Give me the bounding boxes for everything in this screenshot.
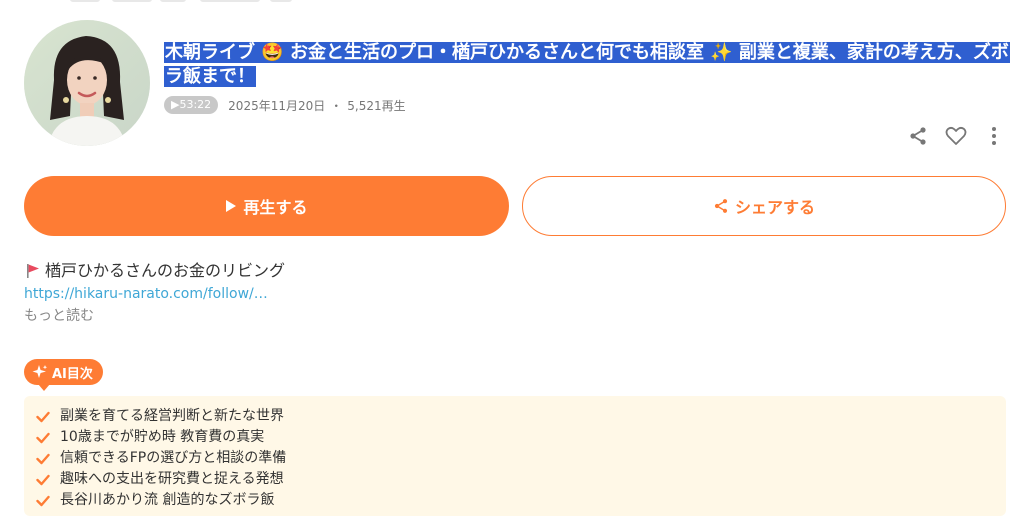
episode-title-block: 木朝ライブ 🤩 お金と生活のプロ・楢戸ひかるさんと何でも相談室 ✨ 副業と複業、… [164,41,1014,89]
ai-toc-label: AI目次 [52,366,93,382]
episode-meta: ▶53:22 2025年11月20日 ・ 5,521再生 [164,96,406,114]
toc-item-label: 信頼できるFPの選び方と相談の準備 [60,450,287,466]
toc-item[interactable]: 10歳までが貯め時 教育費の真実 [36,427,1006,448]
play-icon [226,200,237,212]
ai-toc-badge: AI目次 [24,359,103,391]
toc-item-label: 趣味への支出を研究費と捉える発想 [60,471,284,487]
flag-icon [27,264,39,278]
read-more-link[interactable]: もっと読む [24,305,285,327]
publish-date: 2025年11月20日 [228,98,326,113]
check-icon [36,453,50,464]
share-button-label: シェアする [734,198,815,217]
duration-badge: ▶53:22 [164,96,219,114]
channel-line: 楢戸ひかるさんのお金のリビング [24,260,285,282]
check-icon [36,474,50,485]
toc-item-label: 長谷川あかり流 創造的なズボラ飯 [60,492,275,508]
episode-description: 楢戸ひかるさんのお金のリビング https://hikaru-narato.co… [24,260,285,327]
description-link[interactable]: https://hikaru-narato.com/follow/… [24,283,285,305]
previous-content-edge [0,0,1024,6]
meta-separator: ・ [330,98,343,113]
check-icon [36,432,50,443]
toc-item[interactable]: 副業を育てる経営判断と新たな世界 [36,406,1006,427]
check-icon [36,411,50,422]
host-avatar[interactable] [24,20,150,146]
play-button[interactable]: 再生する [24,176,509,236]
sparkle-icon [32,365,48,378]
toc-item[interactable]: 趣味への支出を研究費と捉える発想 [36,469,1006,490]
toc-item-label: 副業を育てる経営判断と新たな世界 [60,408,284,424]
episode-title: 木朝ライブ 🤩 お金と生活のプロ・楢戸ひかるさんと何でも相談室 ✨ 副業と複業、… [164,42,1010,87]
heart-icon[interactable] [944,124,968,148]
toc-item[interactable]: 信頼できるFPの選び方と相談の準備 [36,448,1006,469]
episode-actions [906,124,1006,148]
toc-item-label: 10歳までが貯め時 教育費の真実 [60,429,265,445]
channel-name: 楢戸ひかるさんのお金のリビング [45,261,286,280]
ai-toc-panel: 副業を育てる経営判断と新たな世界 10歳までが貯め時 教育費の真実 信頼できるF… [24,396,1006,516]
ai-toc-list: 副業を育てる経営判断と新たな世界 10歳までが貯め時 教育費の真実 信頼できるF… [24,396,1006,511]
share-icon-small [714,199,728,213]
share-icon[interactable] [906,124,930,148]
play-button-label: 再生する [243,198,308,217]
more-vertical-icon[interactable] [982,124,1006,148]
toc-item[interactable]: 長谷川あかり流 創造的なズボラ飯 [36,490,1006,511]
share-button[interactable]: シェアする [522,176,1006,236]
play-count: 5,521再生 [347,98,406,113]
